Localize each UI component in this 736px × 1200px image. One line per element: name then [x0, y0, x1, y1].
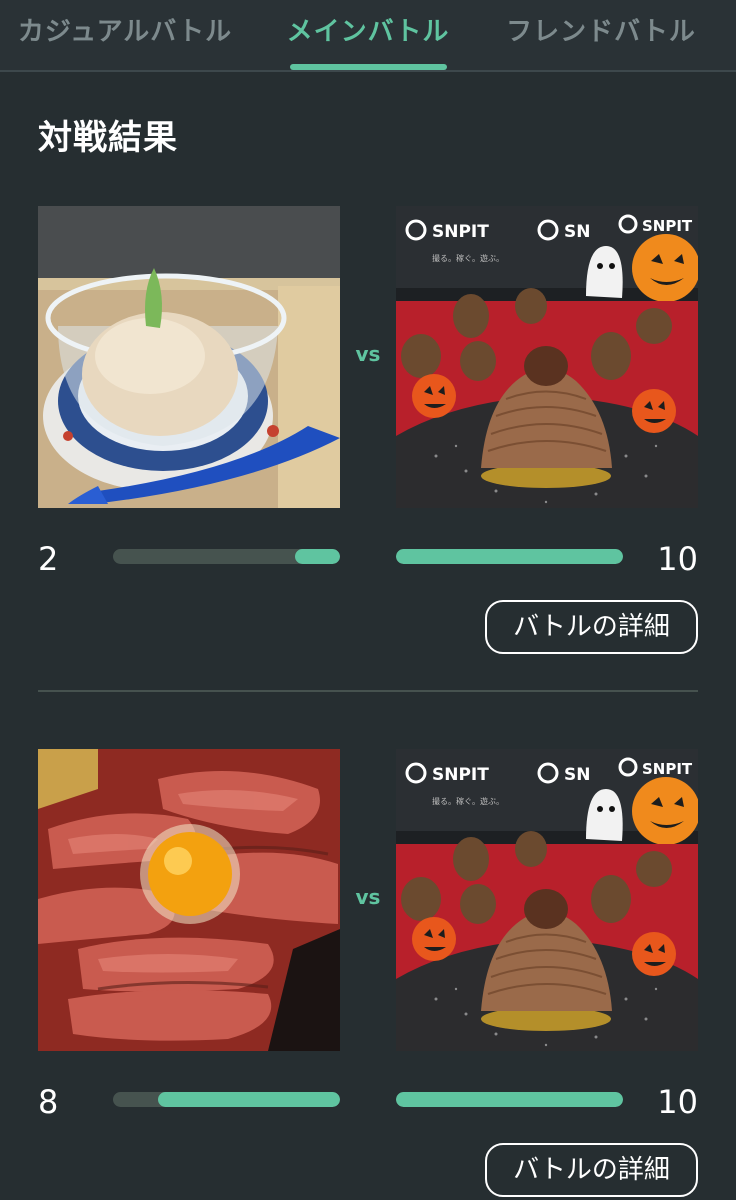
mont-blanc-photo[interactable]: SNPIT 撮る。稼ぐ。遊ぶ。 SN SNPIT [396, 206, 698, 508]
active-tab-indicator [290, 64, 447, 70]
battle-detail-button[interactable]: バトルの詳細 [485, 600, 698, 654]
tab-casual-battle[interactable]: カジュアルバトル [14, 10, 236, 54]
left-vote-count: 2 [38, 540, 59, 578]
page-title: 対戦結果 [38, 118, 178, 158]
tab-bar: カジュアルバトル メインバトル フレンドバトル [0, 0, 736, 72]
svg-text:SNPIT: SNPIT [432, 765, 489, 785]
svg-text:SNPIT: SNPIT [642, 217, 693, 235]
tab-friend-battle[interactable]: フレンドバトル [504, 10, 698, 54]
left-vote-count: 8 [38, 1083, 59, 1121]
svg-text:SN: SN [564, 222, 590, 242]
left-vote-bar-fill [158, 1092, 340, 1107]
svg-text:SNPIT: SNPIT [642, 760, 693, 778]
svg-text:撮る。稼ぐ。遊ぶ。: 撮る。稼ぐ。遊ぶ。 [432, 253, 504, 263]
right-vote-bar-fill [396, 549, 623, 564]
right-vote-count: 10 [657, 1083, 698, 1121]
svg-text:SN: SN [564, 765, 590, 785]
section-divider [38, 690, 698, 692]
right-vote-bar [396, 549, 623, 564]
vs-label: vs [355, 342, 381, 366]
svg-text:撮る。稼ぐ。遊ぶ。: 撮る。稼ぐ。遊ぶ。 [432, 796, 504, 806]
roast-beef-bowl-photo[interactable] [38, 749, 340, 1051]
left-vote-bar [113, 549, 340, 564]
svg-text:SNPIT: SNPIT [432, 222, 489, 242]
mont-blanc-image: SNPIT 撮る。稼ぐ。遊ぶ。 SN SNPIT [396, 206, 698, 508]
tab-main-battle[interactable]: メインバトル [286, 10, 450, 54]
battle-detail-button[interactable]: バトルの詳細 [485, 1143, 698, 1197]
battle-card: vs SNPIT 撮る。稼ぐ。遊ぶ。 SN SNPIT [0, 749, 736, 1200]
ice-cream-image [38, 206, 340, 508]
right-vote-bar [396, 1092, 623, 1107]
battle-card: vs SNPIT 撮る。稼ぐ。遊ぶ。 SN SNPIT [0, 206, 736, 686]
roast-beef-bowl-image [38, 749, 340, 1051]
mont-blanc-photo[interactable]: SNPIT 撮る。稼ぐ。遊ぶ。 SN SNPIT [396, 749, 698, 1051]
right-vote-count: 10 [657, 540, 698, 578]
left-vote-bar [113, 1092, 340, 1107]
left-vote-bar-fill [294, 549, 340, 564]
right-vote-bar-fill [396, 1092, 623, 1107]
mont-blanc-image: SNPIT 撮る。稼ぐ。遊ぶ。 SN SNPIT [396, 749, 698, 1051]
vs-label: vs [355, 885, 381, 909]
ice-cream-photo[interactable] [38, 206, 340, 508]
